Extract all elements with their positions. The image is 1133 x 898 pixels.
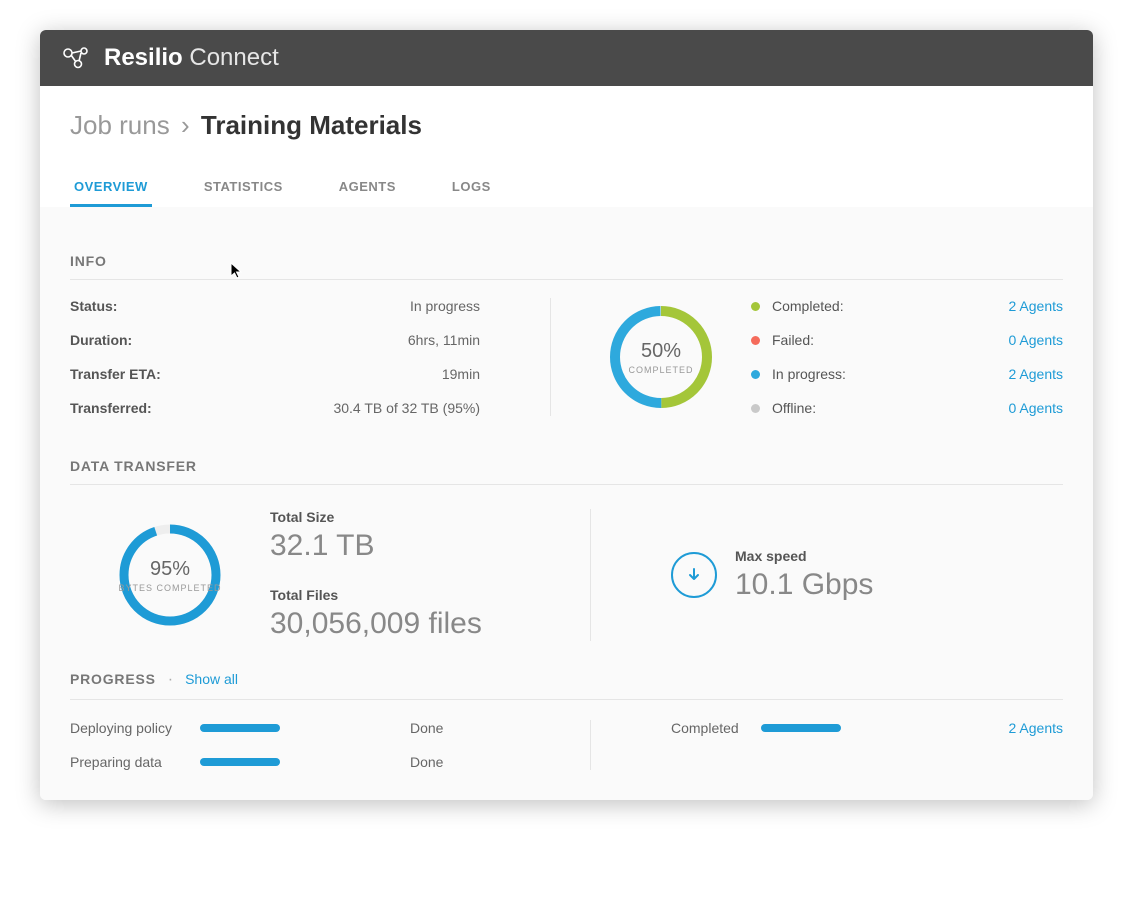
progress-step-status: Done [410, 754, 520, 770]
progress-bar [200, 724, 280, 732]
divider [590, 509, 591, 641]
tab-bar: OVERVIEW STATISTICS AGENTS LOGS [70, 169, 1063, 207]
breadcrumb-current: Training Materials [201, 110, 422, 140]
section-title-progress: PROGRESS [70, 671, 156, 687]
brand-text: Resilio Connect [104, 44, 279, 72]
legend-failed-label: Failed: [772, 332, 1009, 348]
tab-agents[interactable]: AGENTS [335, 169, 400, 207]
agents-legend: Completed: 2 Agents Failed: 0 Agents In … [731, 298, 1063, 416]
progress-bar [761, 724, 841, 732]
status-label: Status: [70, 298, 117, 314]
legend-offline-link[interactable]: 0 Agents [1009, 400, 1064, 416]
tab-statistics[interactable]: STATISTICS [200, 169, 287, 207]
section-title-transfer: DATA TRANSFER [70, 436, 1063, 485]
legend-completed-label: Completed: [772, 298, 1009, 314]
duration-value: 6hrs, 11min [408, 332, 480, 348]
bytes-donut-chart: 95% BYTES COMPLETED [115, 520, 225, 630]
separator-dot: · [168, 671, 173, 689]
dot-failed-icon [751, 336, 760, 345]
progress-agents-link[interactable]: 2 Agents [1009, 720, 1064, 736]
progress-step-status: Done [410, 720, 520, 736]
tab-logs[interactable]: LOGS [448, 169, 495, 207]
chevron-right-icon: › [181, 110, 190, 140]
legend-offline-label: Offline: [772, 400, 1009, 416]
legend-inprogress-label: In progress: [772, 366, 1009, 382]
progress-row: Deploying policy Done [70, 720, 520, 736]
tab-overview[interactable]: OVERVIEW [70, 169, 152, 207]
total-files-value: 30,056,009 files [270, 607, 550, 641]
info-table: Status:In progress Duration:6hrs, 11min … [70, 298, 510, 416]
divider [590, 720, 591, 770]
duration-label: Duration: [70, 332, 132, 348]
agents-donut-sublabel: COMPLETED [628, 365, 693, 375]
progress-step-name: Preparing data [70, 754, 200, 770]
legend-failed-link[interactable]: 0 Agents [1009, 332, 1064, 348]
dot-offline-icon [751, 404, 760, 413]
show-all-link[interactable]: Show all [185, 671, 238, 687]
breadcrumb-parent[interactable]: Job runs [70, 110, 170, 140]
legend-inprogress-link[interactable]: 2 Agents [1009, 366, 1064, 382]
transferred-value: 30.4 TB of 32 TB (95%) [333, 400, 480, 416]
section-title-info: INFO [70, 231, 1063, 280]
eta-label: Transfer ETA: [70, 366, 161, 382]
status-value: In progress [410, 298, 480, 314]
divider [550, 298, 551, 416]
progress-step-name: Completed [671, 720, 761, 736]
eta-value: 19min [442, 366, 480, 382]
title-bar: Resilio Connect [40, 30, 1093, 86]
resilio-logo-icon [62, 45, 92, 71]
progress-step-name: Deploying policy [70, 720, 200, 736]
agents-donut-percent: 50% [641, 340, 681, 363]
download-arrow-icon [671, 552, 717, 598]
total-size-label: Total Size [270, 509, 550, 525]
legend-completed-link[interactable]: 2 Agents [1009, 298, 1064, 314]
max-speed-label: Max speed [735, 548, 873, 564]
app-window: Resilio Connect Job runs › Training Mate… [40, 30, 1093, 800]
progress-row: Preparing data Done [70, 754, 520, 770]
progress-bar [200, 758, 280, 766]
dot-inprogress-icon [751, 370, 760, 379]
bytes-donut-sublabel: BYTES COMPLETED [118, 583, 221, 593]
total-size-value: 32.1 TB [270, 529, 550, 563]
transferred-label: Transferred: [70, 400, 152, 416]
bytes-donut-percent: 95% [150, 558, 190, 581]
agents-donut-chart: 50% COMPLETED [606, 302, 716, 412]
max-speed-value: 10.1 Gbps [735, 568, 873, 602]
progress-row: Completed 2 Agents [671, 720, 1063, 736]
dot-completed-icon [751, 302, 760, 311]
breadcrumb: Job runs › Training Materials [70, 110, 1063, 141]
total-files-label: Total Files [270, 587, 550, 603]
